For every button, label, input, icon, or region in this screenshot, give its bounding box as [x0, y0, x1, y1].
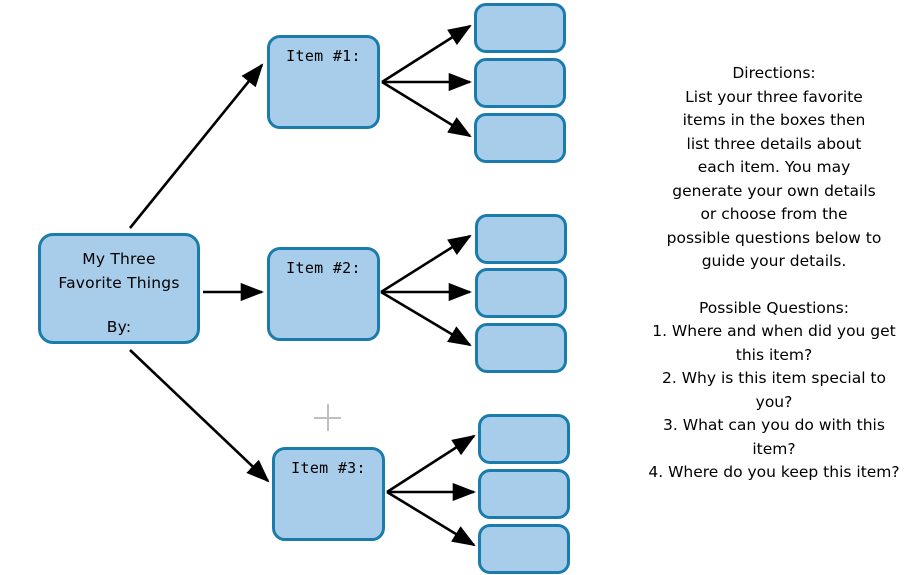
main-topic-byline: By:	[106, 317, 132, 336]
detail-box-1-2[interactable]	[474, 58, 566, 108]
crosshair-marker	[314, 404, 341, 431]
directions-line-5: generate your own details	[672, 181, 876, 200]
directions-heading: Directions:	[732, 64, 816, 82]
arrow-main-to-item3	[129, 349, 270, 483]
arrow-item2-detail3	[380, 290, 472, 347]
directions-line-7: possible questions below to	[666, 228, 882, 247]
directions-line-6: or choose from the	[700, 205, 848, 223]
item-box-3[interactable]: Item #3:	[272, 447, 385, 541]
detail-box-3-2[interactable]	[478, 469, 570, 519]
detail-box-2-3[interactable]	[475, 323, 567, 373]
arrows-item1-to-details	[381, 24, 473, 138]
question-item-3: 3. What can you do with this item?	[663, 416, 885, 458]
directions-line-2: items in the boxes then	[682, 111, 866, 129]
arrow-item1-detail3	[381, 80, 472, 138]
arrow-item3-detail1	[386, 434, 476, 494]
arrow-item1-detail1	[381, 24, 472, 84]
question-item-4: 4. Where do you keep this item?	[648, 463, 900, 481]
item-box-1-label: Item #1:	[286, 47, 361, 65]
directions-line-1: List your three favorite	[685, 87, 863, 106]
detail-box-3-1[interactable]	[478, 414, 570, 464]
item-box-1[interactable]: Item #1:	[267, 35, 380, 129]
directions-line-3: list three details about	[686, 134, 862, 153]
item-box-2-label: Item #2:	[286, 259, 361, 277]
arrow-item2-detail1	[380, 234, 472, 294]
item-box-2[interactable]: Item #2:	[267, 247, 380, 341]
item-box-3-label: Item #3:	[291, 459, 366, 477]
instructions-panel: Directions: List your three favorite ite…	[645, 62, 903, 485]
main-topic-title-line-1: My Three	[82, 249, 156, 268]
panel-spacer	[645, 274, 903, 297]
directions-line-8: guide your details.	[701, 252, 847, 270]
possible-questions-list: 1. Where and when did you get this item?…	[645, 320, 903, 485]
question-item-2: 2. Why is this item special to you?	[661, 369, 886, 411]
directions-line-4: each item. You may	[697, 158, 851, 176]
main-topic-box[interactable]: My Three Favorite Things By:	[38, 233, 200, 344]
questions-heading: Possible Questions:	[699, 298, 849, 317]
detail-box-1-1[interactable]	[474, 3, 566, 53]
detail-box-2-1[interactable]	[475, 214, 567, 264]
arrows-item2-to-details	[380, 234, 473, 347]
arrows-item3-to-details	[386, 434, 477, 547]
main-topic-title-line-2: Favorite Things	[58, 273, 180, 292]
detail-box-3-3[interactable]	[478, 524, 570, 574]
detail-box-2-2[interactable]	[475, 268, 567, 318]
arrow-main-to-item1	[128, 63, 264, 229]
detail-box-1-3[interactable]	[474, 113, 566, 163]
question-item-1: 1. Where and when did you get this item?	[652, 322, 896, 364]
arrow-item3-detail3	[386, 490, 476, 547]
